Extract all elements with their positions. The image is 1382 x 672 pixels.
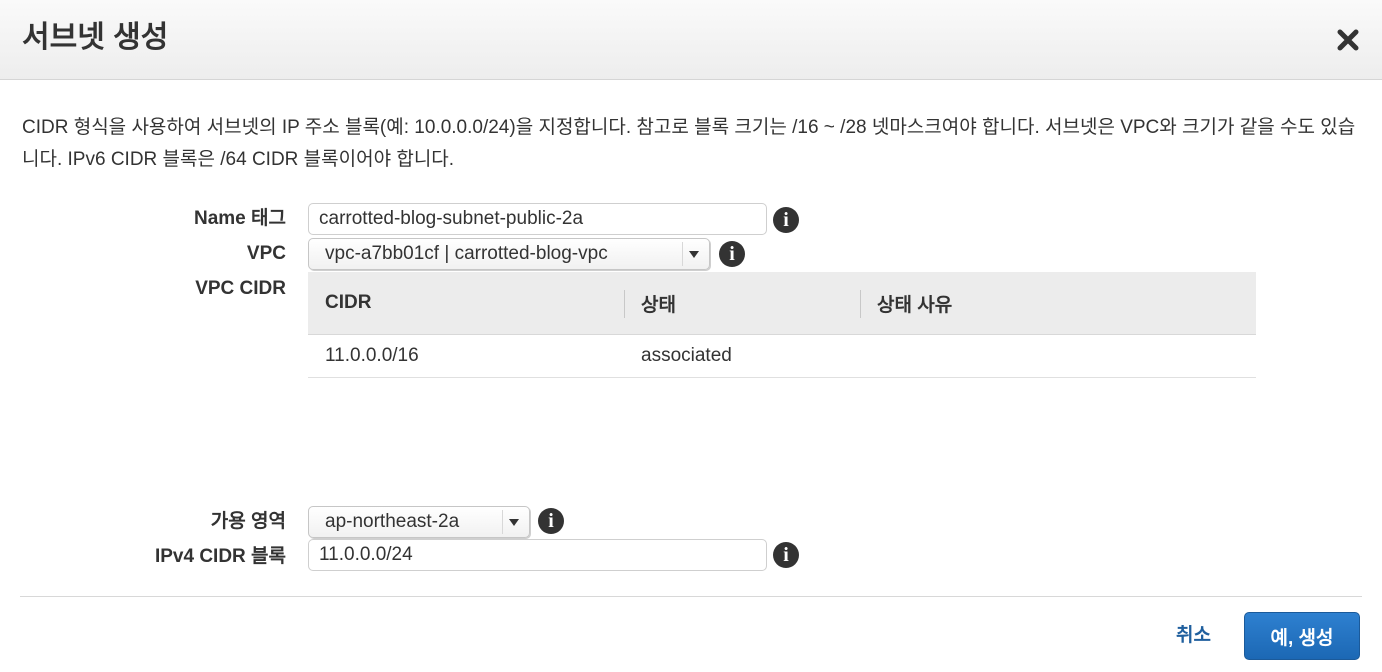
info-icon[interactable]: i (538, 508, 564, 534)
vpc-cidr-table: CIDR 상태 상태 사유 11.0.0.0/16 associated (308, 272, 1256, 378)
dialog-description: CIDR 형식을 사용하여 서브넷의 IP 주소 블록(예: 10.0.0.0/… (22, 117, 1356, 170)
name-tag-label: Name 태그 (194, 208, 286, 229)
cidr-cell: 11.0.0.0/16 (308, 334, 624, 378)
name-tag-input[interactable] (308, 203, 767, 235)
ipv4-cidr-label: IPv4 CIDR 블록 (154, 546, 286, 567)
info-icon[interactable]: i (773, 207, 799, 233)
availability-zone-label: 가용 영역 (210, 511, 286, 532)
create-subnet-dialog: 서브넷 생성 CIDR 형식을 사용하여 서브넷의 IP 주소 블록(예: 10… (0, 0, 1382, 672)
chevron-down-icon (682, 242, 705, 266)
availability-zone-select-value: ap-northeast-2a (325, 511, 460, 532)
info-icon[interactable]: i (773, 542, 799, 568)
dialog-header: 서브넷 생성 (0, 0, 1382, 80)
info-icon[interactable]: i (719, 241, 745, 267)
column-header-status-reason: 상태 사유 (860, 272, 1256, 335)
status-cell: associated (624, 334, 860, 378)
close-button[interactable] (1332, 24, 1364, 56)
table-row: 11.0.0.0/16 associated (308, 334, 1256, 378)
vpc-select-value: vpc-a7bb01cf | carrotted-blog-vpc (325, 243, 608, 264)
cancel-button[interactable]: 취소 (1176, 623, 1211, 649)
dialog-title: 서브넷 생성 (22, 21, 169, 54)
create-button[interactable]: 예, 생성 (1244, 612, 1360, 660)
close-x-icon (1337, 29, 1359, 51)
vpc-cidr-label: VPC CIDR (195, 278, 286, 299)
column-header-cidr: CIDR (308, 272, 624, 335)
availability-zone-select[interactable]: ap-northeast-2a (308, 506, 530, 538)
ipv4-cidr-input[interactable] (308, 539, 767, 571)
vpc-select[interactable]: vpc-a7bb01cf | carrotted-blog-vpc (308, 238, 710, 270)
status-reason-cell (860, 334, 1256, 378)
column-header-status: 상태 (624, 272, 860, 335)
footer-divider (20, 596, 1362, 597)
table-header-row: CIDR 상태 상태 사유 (308, 272, 1256, 335)
chevron-down-icon (502, 510, 525, 534)
vpc-label: VPC (246, 243, 286, 264)
